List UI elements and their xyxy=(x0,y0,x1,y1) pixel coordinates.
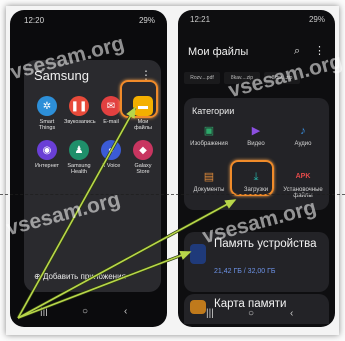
screenshot-frame: 12:20 29% Samsung ⋮ ✲ Smart Things ❚❚ Зв… xyxy=(0,0,345,341)
pointer-arrows xyxy=(16,106,237,320)
